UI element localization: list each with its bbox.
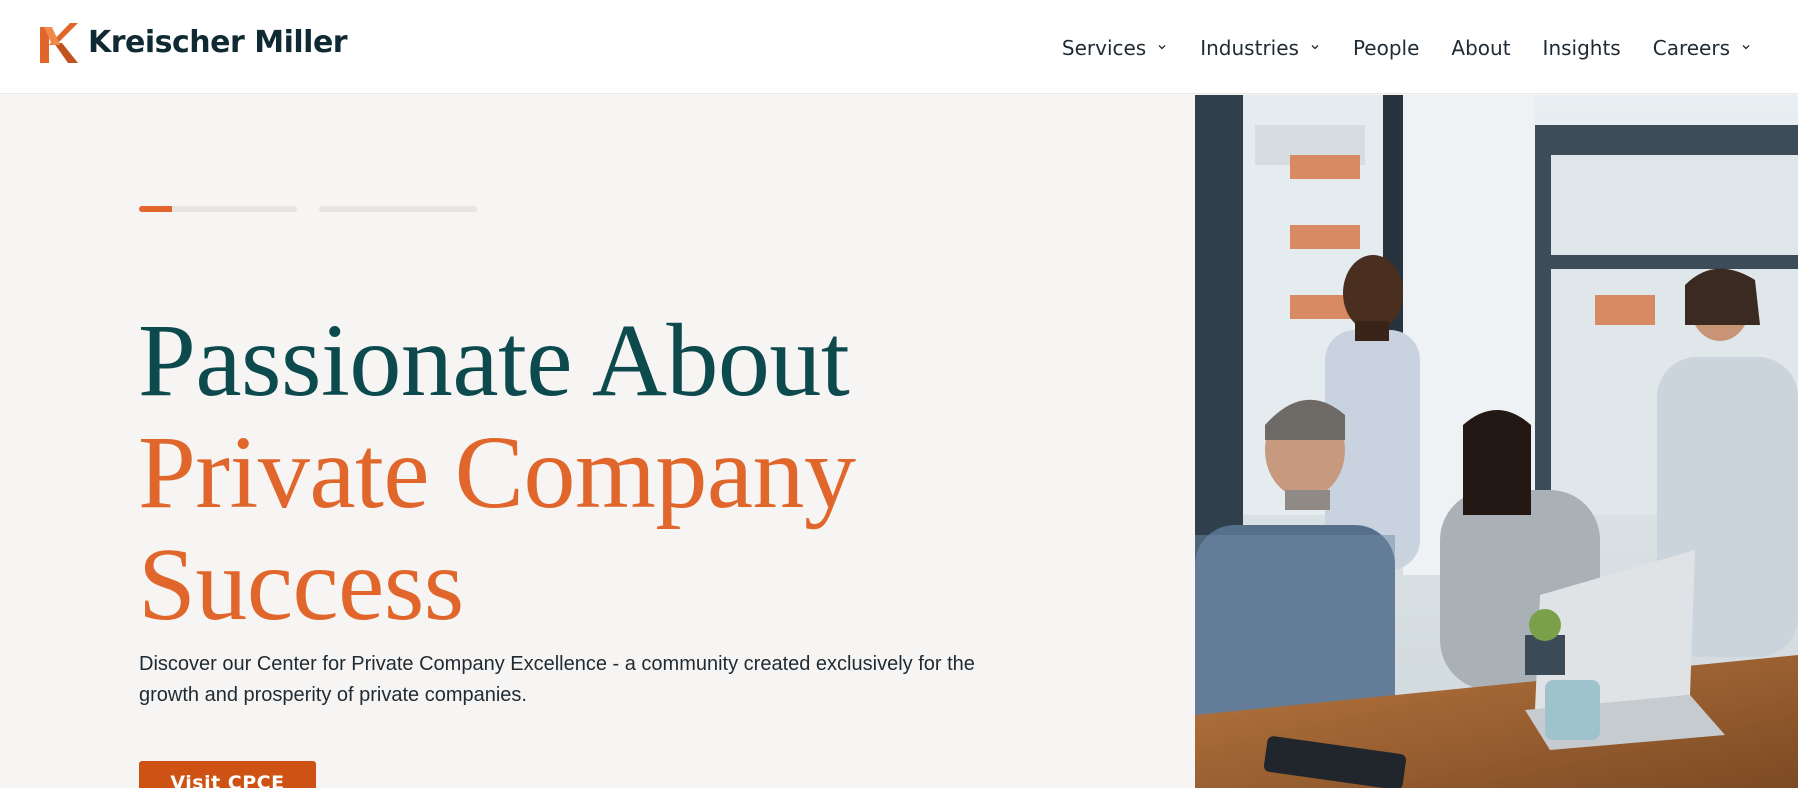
slide-indicator-2[interactable]: [319, 206, 477, 212]
hero-headline: Passionate About Private Company Success: [138, 305, 1038, 641]
visit-cpce-button[interactable]: Visit CPCE: [139, 761, 316, 788]
nav-industries-label: Industries: [1200, 36, 1299, 60]
nav-services-label: Services: [1061, 36, 1147, 60]
hero-team-photo: [1195, 95, 1798, 788]
nav-insights[interactable]: Insights: [1543, 36, 1621, 60]
slide-progress-fill: [139, 206, 173, 212]
nav-people-label: People: [1352, 36, 1420, 60]
nav-people[interactable]: People: [1353, 36, 1419, 60]
kreischer-miller-logo-icon: [40, 23, 78, 63]
headline-line-2: Private Company: [138, 415, 856, 530]
brand-logo[interactable]: Kreischer Miller: [40, 22, 348, 64]
headline-line-3: Success: [138, 527, 464, 642]
chevron-down-icon: [1156, 41, 1168, 53]
nav-insights-label: Insights: [1542, 36, 1621, 60]
chevron-down-icon: [1309, 41, 1321, 53]
chevron-down-icon: [1740, 41, 1752, 53]
main-nav: Services Industries People About Insight…: [1062, 30, 1752, 66]
office-team-image: [1195, 95, 1798, 788]
brand-name: Kreischer Miller: [88, 25, 348, 60]
nav-services[interactable]: Services: [1062, 36, 1168, 60]
site-header: Kreischer Miller Services Industries Peo…: [0, 0, 1798, 94]
nav-industries[interactable]: Industries: [1200, 36, 1321, 60]
nav-about[interactable]: About: [1451, 36, 1510, 60]
nav-careers-label: Careers: [1652, 36, 1730, 60]
hero-description: Discover our Center for Private Company …: [139, 653, 975, 706]
slide-indicator-1[interactable]: [139, 206, 297, 212]
headline-line-1: Passionate About: [138, 303, 850, 418]
nav-about-label: About: [1451, 36, 1511, 60]
nav-careers[interactable]: Careers: [1653, 36, 1752, 60]
hero-slider-indicator: [139, 206, 477, 212]
